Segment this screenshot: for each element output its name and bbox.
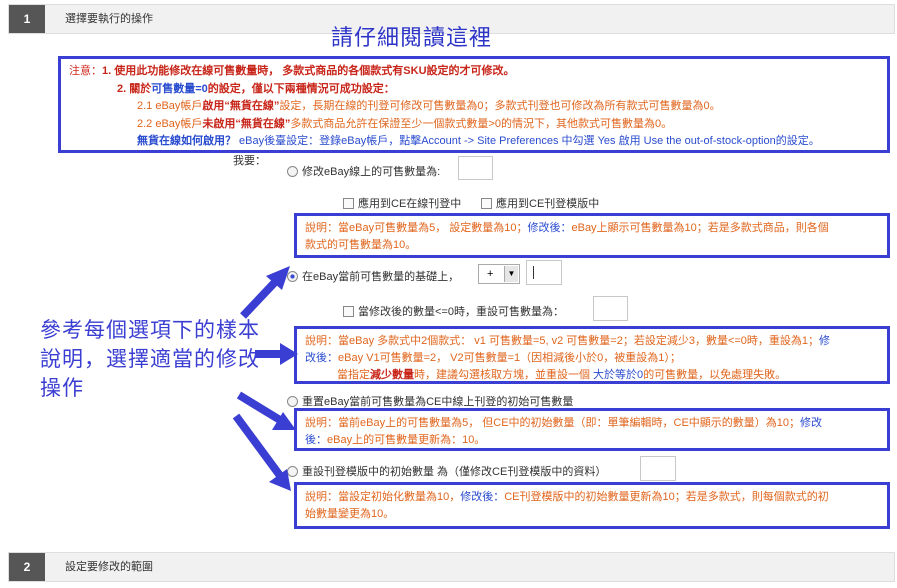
arrow-icon [232, 413, 291, 491]
step-number: 2 [9, 553, 45, 581]
checkbox[interactable] [481, 197, 492, 209]
notice-text: 的設定，僅以下兩種情況可成功設定： [207, 82, 395, 95]
desc-text: eBay V1可售數量=2， V2可售數量=1（因相減後小於0，被重設為1）； [338, 352, 681, 364]
desc-after-label: 改後： [305, 352, 338, 364]
desc-text: 時，建議勾選核取方塊，並重設一個 [414, 369, 590, 381]
notice-highlight: 可售數量=0 [151, 82, 208, 95]
template-quantity-input[interactable] [640, 456, 676, 481]
step-number: 1 [9, 5, 45, 33]
option-label: 在eBay當前可售數量的基礎上， [302, 271, 460, 283]
step-title: 設定要修改的範圍 [65, 561, 153, 573]
desc-text: CE刊登模版中的初始數量更新為10；若是多款式，則每個款式的初 [504, 491, 829, 503]
notice-highlight: 未啟用 [202, 117, 236, 130]
notice-question: 無貨在線如何啟用？ [137, 135, 236, 147]
text-cursor [533, 266, 534, 279]
apply-online-checkbox[interactable]: 應用到CE在線刊登中 [343, 195, 461, 211]
checkbox-label: 應用到CE刊登模版中 [496, 198, 600, 210]
apply-template-checkbox[interactable]: 應用到CE刊登模版中 [481, 195, 599, 211]
desc-highlight: 減少數量 [370, 369, 414, 381]
desc-after-label: 後： [305, 434, 327, 446]
reset-when-zero-checkbox[interactable]: 當修改後的數量<=0時，重設可售數量為： [343, 303, 564, 319]
desc-text: eBay上顯示可售數量為10；若是多款式商品，則各個 [571, 222, 829, 234]
desc-after-label: 修改 [800, 417, 823, 429]
page-root: { "step1": {"num": "1", "title": "選擇要執行的… [0, 0, 897, 588]
notice-highlight: “無貨在線” [224, 100, 280, 112]
notice-line-4: 2.2 eBay帳戶未啟用“無貨在線”多款式商品允許在保證至少一個款式數量>0的… [69, 116, 879, 134]
radio-adjust-quantity[interactable] [287, 270, 298, 282]
option-reset-to-ce[interactable]: 重置eBay當前可售數量為CE中線上刊登的初始可售數量 [287, 393, 573, 409]
radio-set-quantity[interactable] [287, 165, 298, 177]
notice-text: 設定，長期在線的刊登可修改可售數量為0；多款式刊登也可修改為所有款式可售數量為0… [279, 100, 721, 112]
arrow-icon [240, 266, 290, 319]
me-label: 我要： [233, 155, 266, 167]
notice-text: 1. 使用此功能修改在線可售數量時， 多款式商品的各個款式有SKU設定的才可修改… [102, 65, 515, 77]
radio-reset-to-ce[interactable] [287, 395, 298, 407]
select-value: + [487, 268, 494, 280]
description-box-2: 說明：當eBay 多款式中2個款式： v1 可售數量=5, v2 可售數量=2；… [294, 326, 890, 384]
desc-after-label: 修改後： [527, 222, 572, 234]
notice-highlight: “無貨在線” [235, 117, 291, 130]
checkbox[interactable] [343, 197, 354, 209]
annotation-title: 請仔細閱讀這裡 [331, 25, 493, 50]
notice-line-1: 注意：1. 使用此功能修改在線可售數量時， 多款式商品的各個款式有SKU設定的才… [69, 63, 879, 81]
reset-quantity-input[interactable] [593, 296, 628, 321]
option-label: 重置eBay當前可售數量為CE中線上刊登的初始可售數量 [302, 396, 574, 408]
description-box-3: 說明：當前eBay上的可售數量為5， 但CE中的初始數量（即：單筆編輯時，CE中… [294, 408, 890, 451]
notice-text: 2.2 eBay帳戶 [137, 117, 203, 130]
annotation-note: 參考每個選項下的樣本說明，選擇適當的修改操作 [40, 319, 260, 400]
desc-text: 的可售數量，以免處理失敗。 [643, 369, 787, 381]
notice-line-5: 無貨在線如何啟用？ eBay後臺設定：登錄eBay帳戶，點擊Account ->… [69, 133, 879, 151]
desc-after-label: 修 [819, 335, 831, 347]
adjust-amount-input[interactable] [526, 260, 562, 285]
notice-answer: eBay後臺設定：登錄eBay帳戶，點擊Account -> Site Pref… [236, 135, 820, 147]
desc-text: 說明：當eBay可售數量為5， 設定數量為10； [305, 222, 528, 234]
desc-highlight: 大於等於0 [590, 369, 644, 381]
description-box-4: 說明：當設定初始化數量為10，修改後：CE刊登模版中的初始數量更新為10；若是多… [294, 482, 890, 529]
radio-reset-template[interactable] [287, 465, 298, 477]
notice-line-3: 2.1 eBay帳戶啟用“無貨在線”設定，長期在線的刊登可修改可售數量為0；多款… [69, 98, 879, 116]
option-adjust-quantity[interactable]: 在eBay當前可售數量的基礎上， [287, 268, 459, 284]
step-2-bar: 2 設定要修改的範圍 [8, 552, 895, 582]
option-label: 修改eBay線上的可售數量為: [302, 166, 441, 178]
checkbox-label: 應用到CE在線刊登中 [358, 198, 462, 210]
notice-line-2: 2. 關於可售數量=0的設定，僅以下兩種情況可成功設定： [69, 81, 879, 99]
desc-text: 當指定 [337, 369, 370, 381]
notice-box: 注意：1. 使用此功能修改在線可售數量時， 多款式商品的各個款式有SKU設定的才… [58, 56, 890, 153]
desc-text: 始數量變更為10。 [305, 508, 395, 520]
notice-text: 2. 關於 [117, 82, 152, 95]
desc-text: 說明：當設定初始化數量為10， [305, 491, 461, 503]
desc-text: 款式的可售數量為10。 [305, 239, 417, 251]
option-reset-template[interactable]: 重設刊登模版中的初始數量 為（僅修改CE刊登模版中的資料） [287, 463, 606, 479]
checkbox[interactable] [343, 305, 354, 317]
desc-text: 說明：當eBay 多款式中2個款式： v1 可售數量=5, v2 可售數量=2；… [305, 335, 820, 347]
option-label: 重設刊登模版中的初始數量 為（僅修改CE刊登模版中的資料） [302, 466, 607, 478]
desc-text: 說明：當前eBay上的可售數量為5， 但CE中的初始數量（即：單筆編輯時，CE中… [305, 417, 801, 429]
notice-highlight: 啟用 [202, 100, 225, 112]
quantity-input[interactable] [458, 156, 493, 180]
description-box-1: 說明：當eBay可售數量為5， 設定數量為10；修改後：eBay上顯示可售數量為… [294, 213, 890, 258]
step-title: 選擇要執行的操作 [65, 13, 153, 25]
checkbox-label: 當修改後的數量<=0時，重設可售數量為： [358, 306, 564, 318]
notice-text: 多款式商品允許在保證至少一個款式數量>0的情況下，其他款式可售數量為0。 [290, 117, 673, 130]
notice-prefix: 注意： [69, 65, 102, 77]
notice-text: 2.1 eBay帳戶 [137, 100, 203, 112]
desc-after-label: 修改後： [460, 491, 505, 503]
operator-select[interactable]: + ▼ [478, 264, 520, 284]
option-set-quantity[interactable]: 修改eBay線上的可售數量為: [287, 163, 440, 179]
chevron-down-icon[interactable]: ▼ [504, 266, 518, 282]
desc-text: eBay上的可售數量更新為：10。 [327, 434, 486, 446]
